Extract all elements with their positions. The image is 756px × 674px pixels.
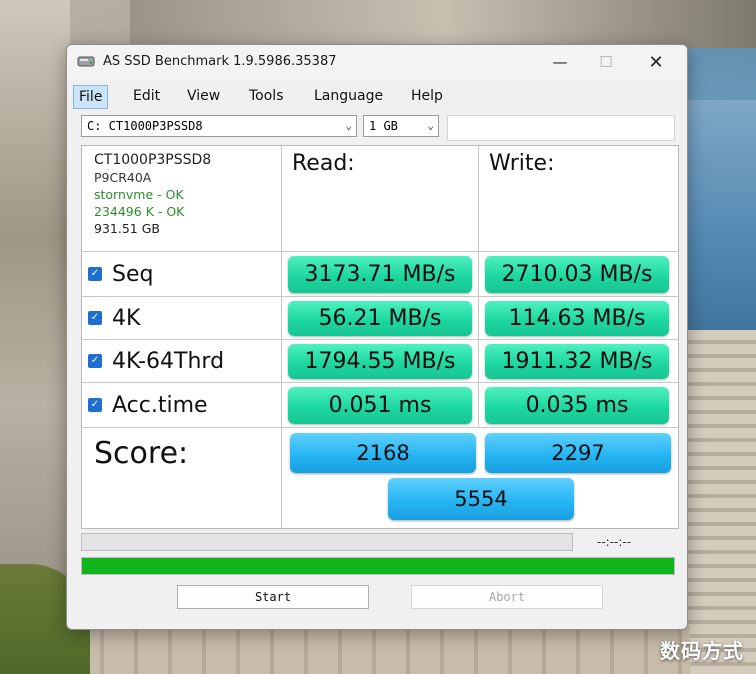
disk-icon bbox=[77, 56, 95, 67]
chevron-down-icon: ⌄ bbox=[345, 119, 352, 132]
test-row-4k-64thrd[interactable]: ✓ 4K-64Thrd bbox=[82, 340, 282, 383]
checkbox-checked-icon[interactable]: ✓ bbox=[88, 354, 102, 368]
menu-language[interactable]: Language bbox=[309, 85, 388, 107]
status-field bbox=[447, 115, 675, 141]
score-label: Score: bbox=[82, 428, 282, 528]
app-window: AS SSD Benchmark 1.9.5986.35387 — ☐ ✕ Fi… bbox=[66, 44, 688, 630]
test-size-select[interactable]: 1 GB ⌄ bbox=[363, 115, 439, 137]
acc-time-write-result: 0.035 ms bbox=[485, 387, 669, 424]
chevron-down-icon: ⌄ bbox=[427, 119, 434, 132]
menu-file[interactable]: File bbox=[73, 85, 109, 109]
start-button[interactable]: Start bbox=[177, 585, 369, 609]
4k-read-result: 56.21 MB/s bbox=[288, 301, 472, 336]
4k-write-result: 114.63 MB/s bbox=[485, 301, 669, 336]
test-label: 4K bbox=[112, 305, 141, 331]
test-label: 4K-64Thrd bbox=[112, 348, 225, 374]
test-size-value: 1 GB bbox=[369, 119, 398, 133]
seq-read-result: 3173.71 MB/s bbox=[288, 256, 472, 293]
write-column-header: Write: bbox=[479, 146, 678, 252]
menu-tools[interactable]: Tools bbox=[244, 85, 289, 107]
background-top bbox=[130, 0, 756, 48]
4k-64thrd-read-result: 1794.55 MB/s bbox=[288, 344, 472, 379]
menu-view[interactable]: View bbox=[182, 85, 225, 107]
drive-alignment-status: 234496 K - OK bbox=[94, 204, 185, 219]
drive-capacity: 931.51 GB bbox=[94, 221, 160, 236]
results-grid: CT1000P3PSSD8 P9CR40A stornvme - OK 2344… bbox=[81, 145, 679, 529]
test-row-acc-time[interactable]: ✓ Acc.time bbox=[82, 383, 282, 428]
window-title: AS SSD Benchmark 1.9.5986.35387 bbox=[103, 54, 337, 69]
maximize-button[interactable]: ☐ bbox=[583, 45, 629, 79]
close-button[interactable]: ✕ bbox=[633, 45, 679, 79]
elapsed-time: --:--:-- bbox=[597, 535, 632, 549]
drive-model: CT1000P3PSSD8 bbox=[94, 152, 212, 168]
seq-write-result: 2710.03 MB/s bbox=[485, 256, 669, 293]
checkbox-checked-icon[interactable]: ✓ bbox=[88, 311, 102, 325]
checkbox-checked-icon[interactable]: ✓ bbox=[88, 267, 102, 281]
drive-firmware: P9CR40A bbox=[94, 170, 152, 185]
4k-64thrd-write-result: 1911.32 MB/s bbox=[485, 344, 669, 379]
checkbox-checked-icon[interactable]: ✓ bbox=[88, 398, 102, 412]
current-test-progress bbox=[81, 533, 573, 551]
abort-button[interactable]: Abort bbox=[411, 585, 603, 609]
background-steps bbox=[686, 330, 756, 674]
test-label: Acc.time bbox=[112, 392, 208, 418]
title-bar[interactable]: AS SSD Benchmark 1.9.5986.35387 — ☐ ✕ bbox=[67, 45, 687, 79]
score-write: 2297 bbox=[485, 433, 671, 473]
drive-select-value: C: CT1000P3PSSD8 bbox=[87, 119, 203, 133]
menu-edit[interactable]: Edit bbox=[128, 85, 165, 107]
acc-time-read-result: 0.051 ms bbox=[288, 387, 472, 424]
minimize-button[interactable]: — bbox=[537, 45, 583, 79]
watermark: 数码方式 bbox=[660, 639, 744, 663]
drive-info-panel: CT1000P3PSSD8 P9CR40A stornvme - OK 2344… bbox=[82, 146, 282, 252]
progress-fill bbox=[82, 558, 674, 574]
overall-progress-bar bbox=[81, 557, 675, 575]
test-label: Seq bbox=[112, 261, 154, 287]
score-total: 5554 bbox=[388, 478, 574, 520]
drive-driver-status: stornvme - OK bbox=[94, 187, 184, 202]
test-row-4k[interactable]: ✓ 4K bbox=[82, 297, 282, 340]
score-read: 2168 bbox=[290, 433, 476, 473]
read-column-header: Read: bbox=[282, 146, 479, 252]
menu-help[interactable]: Help bbox=[406, 85, 448, 107]
drive-select[interactable]: C: CT1000P3PSSD8 ⌄ bbox=[81, 115, 357, 137]
background-terrace bbox=[70, 626, 690, 674]
menu-bar: File Edit View Tools Language Help bbox=[73, 83, 681, 109]
test-row-seq[interactable]: ✓ Seq bbox=[82, 252, 282, 297]
